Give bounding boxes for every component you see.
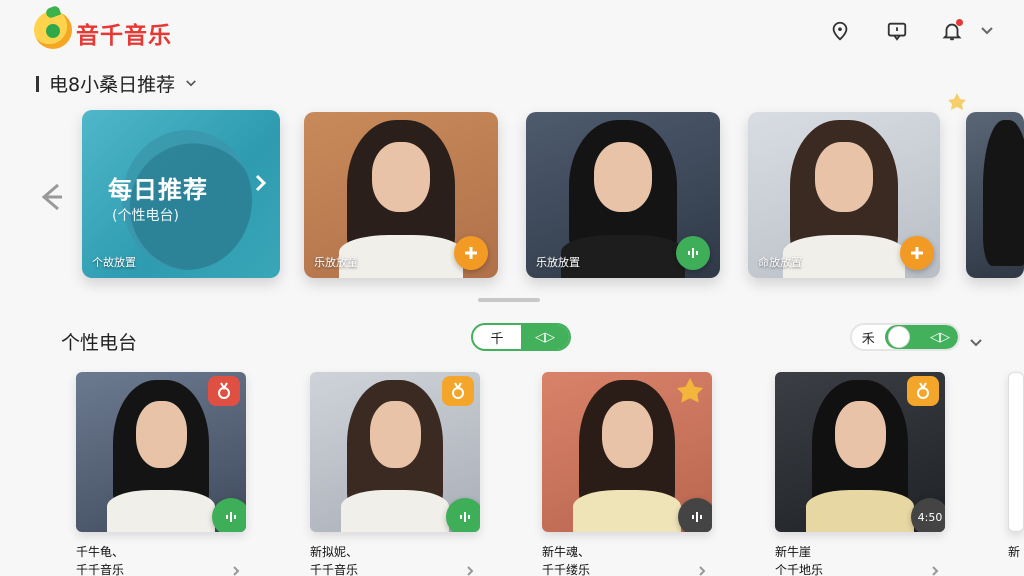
- radio-tile[interactable]: 4:50: [775, 372, 945, 532]
- radio-tile-partial[interactable]: [1008, 372, 1024, 532]
- chevron-down-icon: [186, 80, 196, 87]
- chevron-down-icon[interactable]: [974, 18, 1000, 44]
- card-caption: 乐放放童: [314, 256, 358, 269]
- daily-recommend-heading[interactable]: 电8小桑日推荐: [36, 70, 197, 97]
- radio-filter-toggle[interactable]: 禾 ◁▷: [850, 323, 960, 351]
- card-caption: 命放放置: [758, 256, 802, 269]
- chevron-right-icon[interactable]: [232, 562, 240, 576]
- radio-mode-toggle[interactable]: 千 ◁▷: [471, 323, 571, 351]
- location-pin-icon[interactable]: [827, 18, 853, 44]
- card-caption: 乐放放置: [536, 256, 580, 269]
- recommend-card[interactable]: 命放放置: [748, 112, 940, 278]
- app-title: 音千音乐: [76, 23, 172, 49]
- recommend-card[interactable]: 乐放放童: [304, 112, 498, 278]
- daily-card-title: 每日推荐: [108, 176, 208, 204]
- play-button[interactable]: [676, 236, 710, 270]
- toggle-icon-label: ◁▷: [930, 329, 950, 345]
- card-caption: 个故放置: [92, 256, 136, 269]
- toggle-option-right[interactable]: ◁▷: [521, 325, 569, 349]
- add-button[interactable]: [900, 236, 934, 270]
- daily-card-subtitle: (个性电台): [112, 208, 179, 224]
- toggle-label: 禾: [861, 331, 875, 347]
- top-header: 音千音乐: [0, 0, 1024, 62]
- portrait-image: [966, 112, 1024, 278]
- tile-subtitle: 千千缕乐: [542, 563, 591, 576]
- message-icon[interactable]: [884, 18, 910, 44]
- radio-tile[interactable]: [310, 372, 480, 532]
- medal-badge-icon: [907, 376, 939, 406]
- sparkle-decoration-icon: [946, 92, 968, 112]
- tile-title: 千牛龟、: [76, 545, 125, 559]
- bell-icon[interactable]: [939, 18, 965, 44]
- tile-title: 新: [1008, 545, 1021, 559]
- tile-subtitle: 千千音乐: [76, 563, 125, 576]
- chevron-right-icon[interactable]: [466, 562, 474, 576]
- heading-bar: [36, 75, 39, 92]
- chevron-right-icon[interactable]: [698, 562, 706, 576]
- app-logo[interactable]: [34, 4, 72, 49]
- logo-disc: [46, 24, 60, 38]
- medal-badge-icon: [442, 376, 474, 406]
- plus-icon: [911, 247, 923, 259]
- tile-title: 新拟妮、: [310, 545, 359, 559]
- chevron-right-icon[interactable]: [931, 562, 939, 576]
- star-sticker-icon: [674, 376, 706, 406]
- waveform-icon: [460, 512, 470, 522]
- personal-radio-title: 个性电台: [61, 332, 138, 354]
- medal-badge-icon: [208, 376, 240, 406]
- notification-dot: [956, 19, 963, 26]
- play-button[interactable]: [678, 498, 712, 532]
- tile-title: 新牛魂、: [542, 545, 591, 559]
- play-button[interactable]: [446, 498, 480, 532]
- waveform-icon: [688, 248, 698, 258]
- radio-tile[interactable]: [76, 372, 246, 532]
- chevron-right-icon: [254, 172, 268, 194]
- radio-tile[interactable]: [542, 372, 712, 532]
- duration-badge[interactable]: 4:50: [911, 498, 945, 532]
- toggle-option-left[interactable]: 千: [473, 325, 521, 349]
- chevron-down-icon[interactable]: [969, 333, 983, 347]
- plus-icon: [465, 247, 477, 259]
- tile-subtitle: 千千音乐: [310, 563, 359, 576]
- carousel-scroll-indicator[interactable]: [478, 298, 540, 302]
- play-button[interactable]: [212, 498, 246, 532]
- toggle-knob: [887, 326, 910, 348]
- recommend-card[interactable]: 乐放放置: [526, 112, 720, 278]
- add-button[interactable]: [454, 236, 488, 270]
- tile-subtitle: 个千地乐: [775, 563, 824, 576]
- tile-title: 新牛崖: [775, 545, 812, 559]
- toggle-switch-on[interactable]: ◁▷: [884, 325, 958, 349]
- waveform-icon: [226, 512, 236, 522]
- daily-recommend-card[interactable]: 每日推荐 (个性电台) 个故放置: [82, 110, 280, 278]
- daily-recommend-title: 电8小桑日推荐: [49, 74, 176, 96]
- logo-leaf: [44, 4, 62, 20]
- recommend-card-partial[interactable]: [966, 112, 1024, 278]
- carousel-prev-arrow-icon[interactable]: [38, 180, 64, 214]
- waveform-icon: [692, 512, 702, 522]
